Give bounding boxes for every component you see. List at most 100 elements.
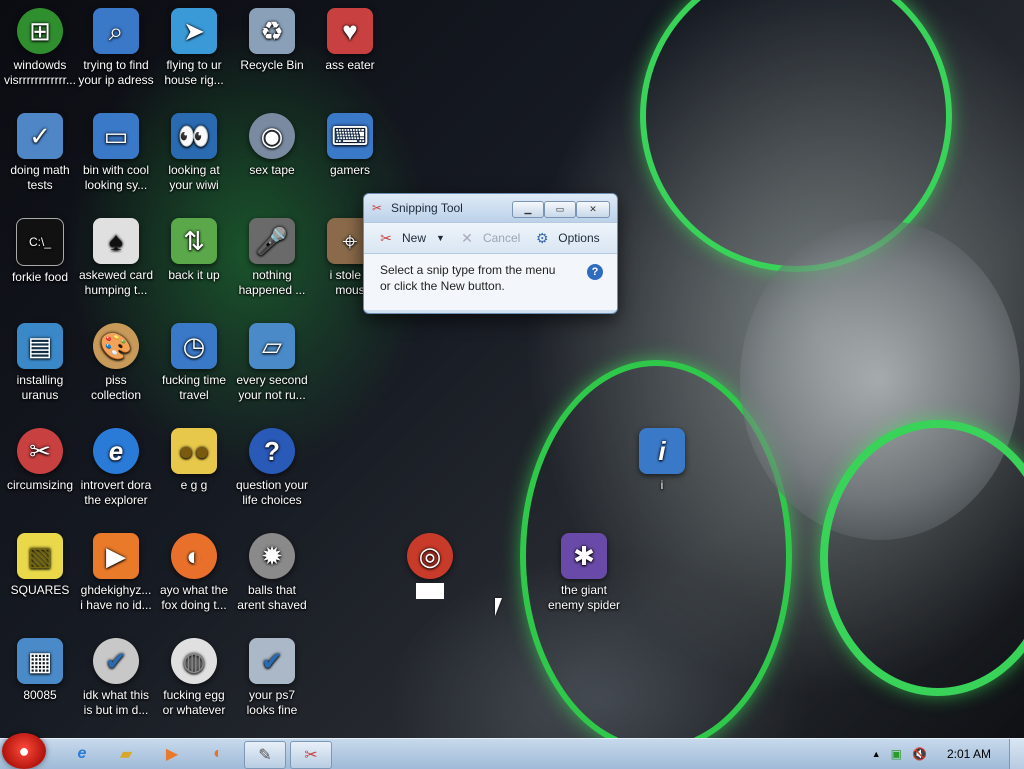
desktop-icon[interactable]: ◎ [392, 533, 468, 599]
tablet-icon: ▱ [249, 323, 295, 369]
desktop-icon[interactable]: ▤ installing uranus [2, 323, 78, 403]
desktop-icon[interactable]: ▱ every second your not ru... [234, 323, 310, 403]
maximize-button[interactable]: ▭ [544, 201, 576, 218]
help-icon[interactable]: ? [587, 264, 603, 280]
desktop-icon[interactable]: ▭ bin with cool looking sy... [78, 113, 154, 193]
desktop-icon[interactable]: ◷ fucking time travel [156, 323, 232, 403]
recycle-bin-icon: ♻ [249, 8, 295, 54]
windows-logo-icon: ⊞ [17, 8, 63, 54]
icon-label: every second your not ru... [236, 373, 308, 402]
tray-overflow-icon[interactable]: ▲ [872, 749, 881, 759]
desktop-icon[interactable]: ✓ doing math tests [2, 113, 78, 193]
backup-drive-icon: ⇅ [171, 218, 217, 264]
drive-check-icon: ✔ [249, 638, 295, 684]
desktop-icon[interactable]: ➤ flying to ur house rig... [156, 8, 232, 88]
desktop-icon[interactable]: ♻ Recycle Bin [234, 8, 310, 73]
taskbar-app-button[interactable]: ✎ [244, 741, 286, 769]
help-question-icon: ? [249, 428, 295, 474]
snipping-tool-icon: ✂ [372, 201, 383, 215]
desktop-icon[interactable]: ✱ the giant enemy spider [546, 533, 622, 613]
desktop-icon[interactable]: ⊞ windowds visrrrrrrrrrrrr... [2, 8, 78, 88]
desktop-icon[interactable]: ♠ askewed card humping t... [78, 218, 154, 298]
icon-label: gamers [329, 163, 370, 177]
desktop-icon[interactable]: ●● e g g [156, 428, 232, 493]
taskbar-firefox-icon[interactable]: ◐ [198, 741, 238, 767]
clock[interactable]: 2:01 AM [947, 747, 991, 761]
info-monitor-icon: i [639, 428, 685, 474]
icon-label: doing math tests [10, 163, 70, 192]
icon-label: back it up [168, 268, 220, 282]
playing-card-icon: ♠ [93, 218, 139, 264]
paper-plane-icon: ➤ [171, 8, 217, 54]
solitaire-cards-icon: ♥ [327, 8, 373, 54]
desktop-icon[interactable]: ⌨ gamers [312, 113, 388, 178]
taskbar-snipping-tool-button[interactable]: ✂ [290, 741, 332, 769]
volume-muted-icon[interactable]: 🔇 [912, 747, 927, 761]
icon-label: 80085 [23, 688, 57, 702]
network-search-icon: ⌕ [93, 8, 139, 54]
options-label: Options [558, 231, 600, 245]
desktop-icon[interactable]: ▦ 80085 [2, 638, 78, 703]
desktop-icon[interactable]: ⌕ trying to find your ip adress [78, 8, 154, 88]
desktop-icon[interactable]: ◐ ayo what the fox doing t... [156, 533, 232, 613]
computer-icon: ▭ [93, 113, 139, 159]
taskbar-explorer-folder-icon[interactable]: ▰ [106, 741, 146, 767]
wallpaper-ring [820, 420, 1024, 696]
angry-bird-icon: ● [18, 740, 30, 761]
close-button[interactable]: ✕ [576, 201, 610, 218]
desktop-icon[interactable]: ◍ fucking egg or whatever [156, 638, 232, 718]
show-desktop-button[interactable] [1009, 739, 1024, 769]
desktop-icon[interactable]: ✹ balls that arent shaved [234, 533, 310, 613]
egg-icon: ◍ [171, 638, 217, 684]
minimize-button[interactable]: ▁ [512, 201, 544, 218]
icon-label: piss collection [90, 373, 142, 402]
taskbar-internet-explorer-icon[interactable]: e [62, 741, 102, 767]
network-icon[interactable]: ▣ [891, 747, 902, 761]
system-tray: ▲ ▣ 🔇 2:01 AM [872, 739, 1024, 769]
cancel-button[interactable]: ✕ Cancel [457, 228, 520, 248]
icon-label: balls that arent shaved [237, 583, 307, 612]
start-button[interactable]: ● [2, 733, 46, 769]
desktop-icon[interactable]: ⇅ back it up [156, 218, 232, 283]
target-icon: ◎ [407, 533, 453, 579]
desktop-icon[interactable]: ✂ circumsizing [2, 428, 78, 493]
icon-label [416, 583, 444, 599]
desktop-icon[interactable]: ▧ SQUARES [2, 533, 78, 598]
clock-computer-icon: ◷ [171, 323, 217, 369]
desktop-icon[interactable]: ▶ ghdekighyz... i have no id... [78, 533, 154, 613]
desktop-icon[interactable]: ? question your life choices [234, 428, 310, 508]
toolbar: ✂ New ▼ ✕ Cancel ⚙ Options [364, 222, 617, 254]
firefox-icon: ◐ [171, 533, 217, 579]
desktop-icon[interactable]: ♥ ass eater [312, 8, 388, 73]
paint-palette-icon: 🎨 [93, 323, 139, 369]
options-button[interactable]: ⚙ Options [532, 228, 600, 248]
new-snip-button[interactable]: ✂ New ▼ [376, 228, 445, 248]
spider-solitaire-icon: ✱ [561, 533, 607, 579]
desktop-icon[interactable]: ✔ your ps7 looks fine [234, 638, 310, 718]
snipping-tool-window[interactable]: ✂ Snipping Tool ▁ ▭ ✕ ✂ New ▼ ✕ Cancel ⚙… [363, 193, 618, 314]
icon-label: askewed card humping t... [78, 268, 154, 297]
desktop-icon[interactable]: ii [624, 428, 700, 493]
desktop-icon[interactable]: C:\_ forkie food [2, 218, 78, 285]
desktop-icon[interactable]: 🎤 nothing happened ... [234, 218, 310, 298]
taskbar: ● e ▰ ▶ ◐ ✎ ✂ ▲ ▣ 🔇 2:01 AM [0, 733, 1024, 769]
message-line: or click the New button. [380, 279, 505, 293]
spiked-ball-icon: ✹ [249, 533, 295, 579]
icon-label: the giant enemy spider [547, 583, 621, 612]
icon-label: fucking egg or whatever [162, 688, 226, 717]
icon-label: bin with cool looking sy... [82, 163, 150, 192]
icon-label: ayo what the fox doing t... [159, 583, 229, 612]
taskbar-media-player-icon[interactable]: ▶ [152, 741, 192, 767]
wallpaper-blob [740, 220, 1020, 540]
desktop-icon[interactable]: 👀 looking at your wiwi [156, 113, 232, 193]
internet-explorer-icon: e [93, 428, 139, 474]
icon-label: e g g [180, 478, 208, 492]
desktop-icon[interactable]: e introvert dora the explorer [78, 428, 154, 508]
installer-icon: ▤ [17, 323, 63, 369]
icon-label: Recycle Bin [240, 58, 304, 72]
chevron-down-icon[interactable]: ▼ [436, 233, 445, 243]
icon-label: your ps7 looks fine [246, 688, 298, 717]
desktop-icon[interactable]: ✔ idk what this is but im d... [78, 638, 154, 718]
desktop-icon[interactable]: ◉ sex tape [234, 113, 310, 178]
desktop-icon[interactable]: 🎨 piss collection [78, 323, 154, 403]
